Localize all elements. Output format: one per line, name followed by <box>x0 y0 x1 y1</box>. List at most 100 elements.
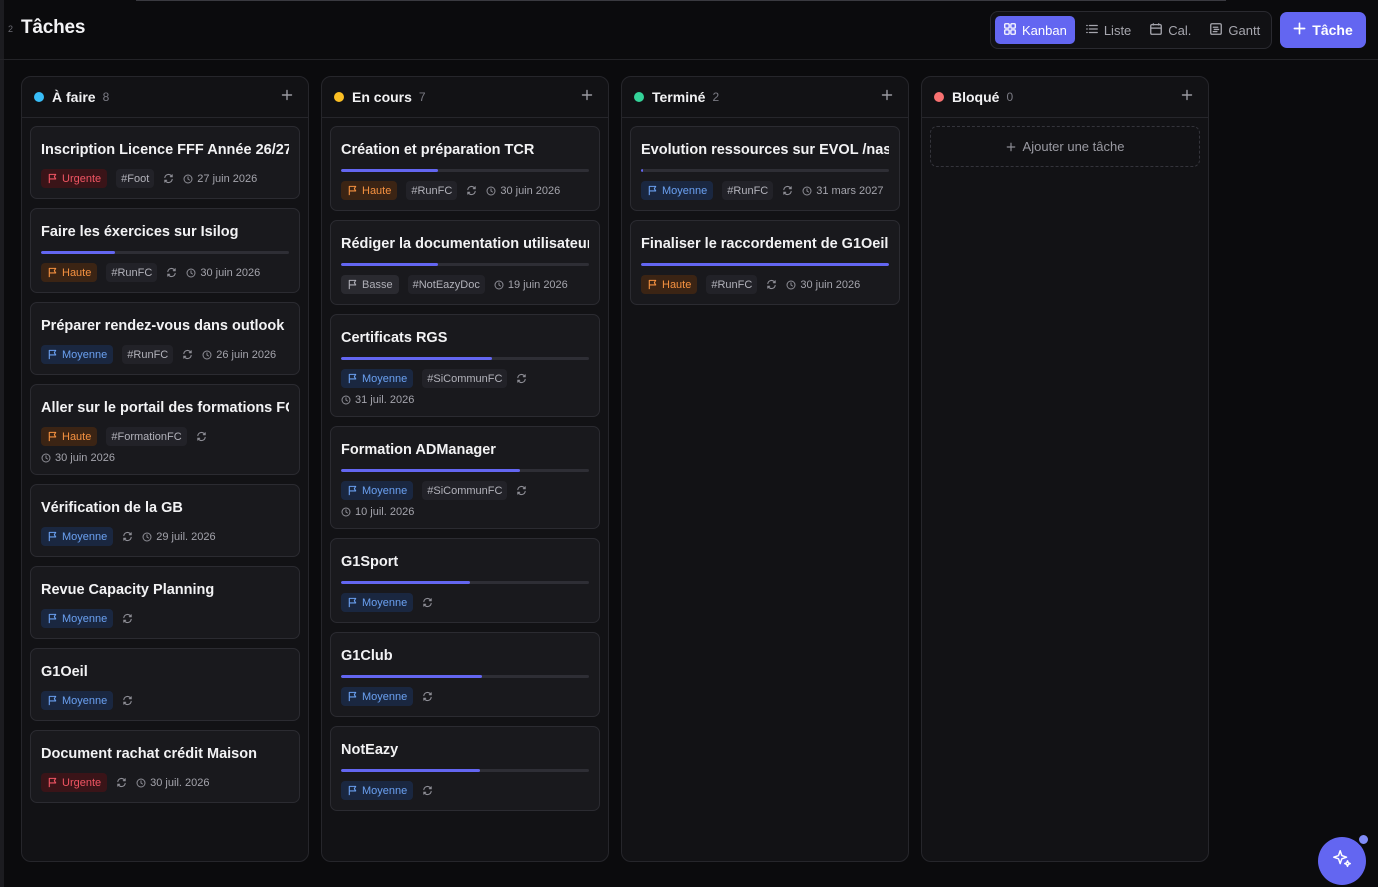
plus-icon <box>1006 142 1016 152</box>
view-switcher: Kanban Liste Cal. Gantt <box>990 11 1272 49</box>
task-card[interactable]: Formation ADManager Moyenne #SiCommunFC 10 … <box>330 426 600 529</box>
priority-label: Moyenne <box>62 530 108 543</box>
kanban-board: À faire 8 Inscription Licence FFF Année 26… <box>21 76 1209 862</box>
progress-fill <box>341 169 438 172</box>
task-card[interactable]: Vérification de la GB Moyenne 29 juil. 202… <box>30 484 300 557</box>
view-calendar-button[interactable]: Cal. <box>1141 16 1199 44</box>
task-meta: Haute #RunFC 30 juin 2026 <box>41 263 289 282</box>
task-title: Revue Capacity Planning <box>41 582 215 598</box>
recurring-icon <box>422 597 433 608</box>
view-list-button[interactable]: Liste <box>1077 16 1139 44</box>
task-card[interactable]: Revue Capacity Planning Moyenne <box>30 566 300 639</box>
due-date-text: 31 juil. 2026 <box>355 394 415 406</box>
view-gantt-button[interactable]: Gantt <box>1201 16 1268 44</box>
task-meta: Moyenne #RunFC 26 juin 2026 <box>41 345 289 364</box>
new-task-button[interactable]: Tâche <box>1280 12 1366 48</box>
priority-badge: Haute <box>641 275 698 294</box>
task-meta: Urgente 30 juil. 2026 <box>41 773 289 792</box>
task-meta: Moyenne <box>341 687 589 706</box>
add-task-button[interactable]: Ajouter une tâche <box>930 126 1200 167</box>
priority-label: Moyenne <box>362 784 408 797</box>
priority-label: Haute <box>62 430 92 443</box>
column-add-button[interactable] <box>1178 88 1196 106</box>
priority-badge: Urgente <box>41 169 108 188</box>
due-date: 31 juil. 2026 <box>341 394 589 406</box>
flag-icon <box>47 349 58 360</box>
due-date: 30 juin 2026 <box>186 267 260 279</box>
task-card[interactable]: G1Sport Moyenne <box>330 538 600 623</box>
flag-icon <box>47 613 58 624</box>
task-meta: Moyenne <box>41 609 289 628</box>
due-date-text: 30 juin 2026 <box>500 184 561 197</box>
column-body: Création et préparation TCR Haute #RunFC 30… <box>322 118 608 811</box>
flag-icon <box>647 185 658 196</box>
clock-icon <box>494 279 504 290</box>
due-date: 31 mars 2027 <box>802 185 884 197</box>
column-3: Bloqué 0 Ajouter une tâche <box>921 76 1209 862</box>
flag-icon <box>347 691 358 702</box>
task-title: G1Sport <box>341 554 399 570</box>
priority-label: Haute <box>362 184 392 197</box>
view-list-label: Liste <box>1103 22 1132 38</box>
column-header: À faire 8 <box>22 77 308 118</box>
task-card[interactable]: Document rachat crédit Maison Urgente 30 j… <box>30 730 300 803</box>
clock-icon <box>202 349 212 360</box>
kanban-icon <box>1003 22 1017 39</box>
task-title: Formation ADManager <box>341 442 496 458</box>
task-card[interactable]: Aller sur le portail des formations FC Ha… <box>30 384 300 475</box>
priority-badge: Moyenne <box>41 527 114 546</box>
column-add-button[interactable] <box>878 88 896 106</box>
task-card[interactable]: G1Oeil Moyenne <box>30 648 300 721</box>
task-tag: #Foot <box>116 169 155 188</box>
list-icon <box>1085 22 1099 39</box>
task-card[interactable]: Rédiger la documentation utilisateur Bass… <box>330 220 600 305</box>
column-count: 0 <box>1006 90 1014 104</box>
task-card[interactable]: G1Club Moyenne <box>330 632 600 717</box>
task-title: G1Oeil <box>41 664 88 680</box>
task-card[interactable]: Finaliser le raccordement de G1Oeil Haute… <box>630 220 900 305</box>
flag-icon <box>347 597 358 608</box>
task-card[interactable]: Certificats RGS Moyenne #SiCommunFC 31 juil… <box>330 314 600 417</box>
due-date: 30 juil. 2026 <box>136 777 209 789</box>
recurring-icon <box>182 349 193 360</box>
priority-label: Moyenne <box>362 596 408 609</box>
task-card[interactable]: NotEazy Moyenne <box>330 726 600 811</box>
due-date: 27 juin 2026 <box>183 173 257 185</box>
task-title: Finaliser le raccordement de G1Oeil <box>641 236 889 252</box>
priority-label: Moyenne <box>62 612 108 625</box>
task-title: Document rachat crédit Maison <box>41 746 257 762</box>
task-meta: Moyenne #RunFC 31 mars 2027 <box>641 181 889 200</box>
task-title: Evolution ressources sur EVOL /nas <box>641 142 889 158</box>
priority-badge: Basse <box>341 275 399 294</box>
sparkles-icon <box>1331 848 1353 875</box>
column-add-button[interactable] <box>578 88 596 106</box>
column-add-button[interactable] <box>278 88 296 106</box>
task-card[interactable]: Création et préparation TCR Haute #RunFC 30… <box>330 126 600 211</box>
due-date: 30 juin 2026 <box>786 279 860 291</box>
progress-fill <box>641 169 644 172</box>
task-card[interactable]: Préparer rendez-vous dans outlook Moyenne… <box>30 302 300 375</box>
due-date-text: 10 juil. 2026 <box>355 506 415 518</box>
task-card[interactable]: Evolution ressources sur EVOL /nas Moyenn… <box>630 126 900 211</box>
progress-fill <box>341 581 470 584</box>
view-kanban-button[interactable]: Kanban <box>995 16 1075 44</box>
task-card[interactable]: Inscription Licence FFF Année 26/27 Urgen… <box>30 126 300 199</box>
task-meta: Moyenne <box>341 781 589 800</box>
recurring-icon <box>782 185 793 196</box>
status-dot <box>334 92 344 102</box>
priority-label: Urgente <box>62 776 102 789</box>
flag-icon <box>347 485 358 496</box>
task-tag: #RunFC <box>706 275 758 294</box>
flag-icon <box>47 777 58 788</box>
priority-badge: Moyenne <box>341 369 414 388</box>
due-date: 19 juin 2026 <box>494 279 568 291</box>
column-body: Ajouter une tâche <box>922 118 1208 167</box>
view-gantt-label: Gantt <box>1228 22 1261 38</box>
recurring-icon <box>422 691 433 702</box>
due-date-text: 27 juin 2026 <box>197 172 258 185</box>
priority-badge: Moyenne <box>341 593 414 612</box>
clock-icon <box>486 185 496 196</box>
task-card[interactable]: Faire les éxercices sur Isilog Haute #RunF… <box>30 208 300 293</box>
flag-icon <box>47 267 58 278</box>
task-title: G1Club <box>341 648 393 664</box>
